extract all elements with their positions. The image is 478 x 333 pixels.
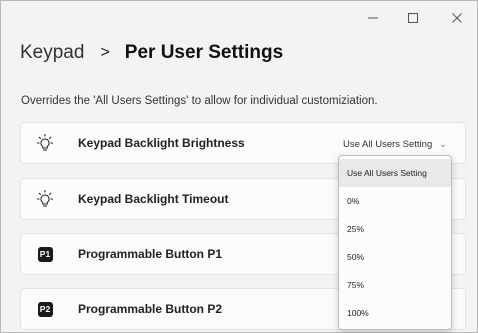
setting-label: Programmable Button P2 xyxy=(78,302,223,316)
dropdown-option-75[interactable]: 75% xyxy=(339,271,451,299)
lightbulb-icon xyxy=(35,189,55,209)
p1-badge-icon: P1 xyxy=(35,244,55,264)
setting-label: Programmable Button P1 xyxy=(78,247,223,261)
dropdown-option-25[interactable]: 25% xyxy=(339,215,451,243)
minimize-icon xyxy=(368,17,378,19)
minimize-button[interactable] xyxy=(353,1,393,35)
setting-label: Keypad Backlight Brightness xyxy=(78,136,245,150)
maximize-icon xyxy=(408,13,418,23)
p1-badge: P1 xyxy=(37,246,53,262)
brightness-select[interactable]: Use All Users Setting ⌄ xyxy=(343,135,447,153)
p2-badge: P2 xyxy=(37,301,53,317)
close-icon xyxy=(452,13,462,23)
dropdown-option-0[interactable]: 0% xyxy=(339,187,451,215)
dropdown-option-use-all[interactable]: Use All Users Setting xyxy=(339,159,451,187)
brightness-dropdown-menu: Use All Users Setting 0% 25% 50% 75% 100… xyxy=(338,155,452,330)
p2-badge-icon: P2 xyxy=(35,299,55,319)
page-description: Overrides the 'All Users Settings' to al… xyxy=(21,95,378,107)
dropdown-option-100[interactable]: 100% xyxy=(339,299,451,327)
lightbulb-icon xyxy=(35,133,55,153)
app-window: Keypad > Per User Settings Overrides the… xyxy=(0,0,478,333)
maximize-button[interactable] xyxy=(393,1,433,35)
dropdown-option-50[interactable]: 50% xyxy=(339,243,451,271)
select-value: Use All Users Setting xyxy=(343,138,433,150)
breadcrumb-separator: > xyxy=(100,44,110,61)
page-title: Per User Settings xyxy=(124,42,284,63)
close-button[interactable] xyxy=(437,1,477,35)
chevron-down-icon: ⌄ xyxy=(439,138,447,149)
breadcrumb-root-link[interactable]: Keypad xyxy=(20,42,84,64)
setting-label: Keypad Backlight Timeout xyxy=(78,192,229,206)
breadcrumb: Keypad > Per User Settings xyxy=(20,39,283,67)
